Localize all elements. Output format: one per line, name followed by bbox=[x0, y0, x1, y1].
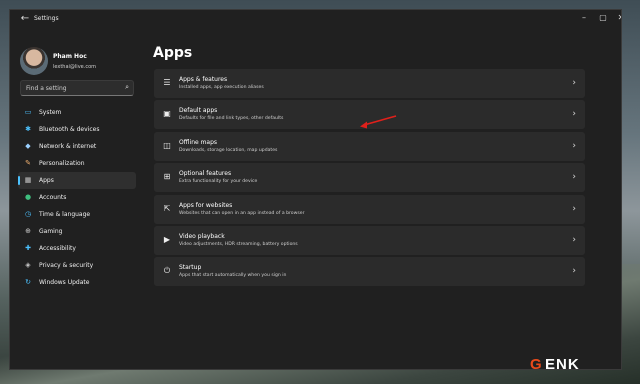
user-email: lexthai@live.com bbox=[53, 64, 97, 70]
close-button[interactable]: ✕ bbox=[613, 12, 621, 24]
sidebar-item-accounts[interactable]: ● Accounts bbox=[18, 189, 136, 206]
sidebar-item-system[interactable]: ▭ System bbox=[18, 104, 136, 121]
card-title: Startup bbox=[179, 264, 202, 272]
shield-icon: ◈ bbox=[25, 261, 31, 269]
card-title: Apps for websites bbox=[179, 201, 233, 209]
chevron-right-icon: › bbox=[572, 109, 576, 120]
open-link-icon: ⇱ bbox=[163, 203, 171, 213]
sidebar-nav: ▭ System ✱ Bluetooth & devices ◆ Network & in… bbox=[18, 104, 136, 291]
card-title: Optional features bbox=[179, 170, 232, 178]
sidebar-item-apps[interactable]: ▦ Apps bbox=[18, 172, 136, 189]
sidebar-item-label: Network & internet bbox=[39, 143, 97, 150]
system-icon: ▭ bbox=[24, 108, 32, 116]
card-title: Video playback bbox=[179, 232, 225, 240]
map-icon: ◫ bbox=[163, 140, 171, 150]
title-bar: ← Settings – ▢ ✕ bbox=[10, 10, 621, 28]
window-title: Settings bbox=[34, 15, 59, 22]
settings-card-apps-features[interactable]: ☰ Apps & features Installed apps, app exec… bbox=[154, 69, 585, 98]
card-subtitle: Video adjustments, HDR streaming, batter… bbox=[179, 241, 298, 247]
sidebar-item-label: Gaming bbox=[39, 228, 63, 235]
sidebar-item-label: Time & language bbox=[39, 211, 91, 218]
watermark-letter-g: G bbox=[530, 356, 542, 373]
search-input[interactable]: Find a setting ⌕ bbox=[20, 80, 134, 96]
accessibility-icon: ✚ bbox=[25, 244, 31, 252]
sidebar-item-personalization[interactable]: ✎ Personalization bbox=[18, 155, 136, 172]
person-icon: ● bbox=[24, 193, 32, 201]
main-content: Apps ☰ Apps & features Installed apps, app… bbox=[145, 28, 621, 369]
sidebar-item-label: System bbox=[39, 109, 62, 116]
bluetooth-icon: ✱ bbox=[25, 125, 31, 133]
card-title: Default apps bbox=[179, 107, 218, 115]
video-icon: ▶ bbox=[163, 234, 171, 244]
card-title: Apps & features bbox=[179, 76, 228, 83]
sidebar-item-accessibility[interactable]: ✚ Accessibility bbox=[18, 240, 136, 257]
card-title: Offline maps bbox=[179, 138, 218, 146]
chevron-right-icon: › bbox=[572, 78, 576, 88]
avatar[interactable] bbox=[20, 47, 48, 75]
brush-icon: ✎ bbox=[25, 159, 31, 167]
network-icon: ◆ bbox=[25, 142, 31, 150]
settings-card-list: ☰ Apps & features Installed apps, app exec… bbox=[154, 69, 585, 289]
controller-icon: ⊕ bbox=[25, 227, 31, 235]
sidebar-item-privacy-security[interactable]: ◈ Privacy & security bbox=[18, 257, 136, 274]
sidebar-item-bluetooth-devices[interactable]: ✱ Bluetooth & devices bbox=[18, 121, 136, 138]
apps-icon: ▦ bbox=[24, 176, 32, 184]
page-title: Apps bbox=[153, 45, 193, 61]
sidebar-item-label: Apps bbox=[39, 177, 54, 184]
sidebar-item-label: Windows Update bbox=[39, 279, 90, 286]
default-apps-icon: ▣ bbox=[163, 109, 171, 119]
search-icon[interactable]: ⌕ bbox=[125, 83, 129, 92]
sidebar: Pham Hoc lexthai@live.com Find a setting… bbox=[10, 28, 145, 369]
sidebar-item-network-internet[interactable]: ◆ Network & internet bbox=[18, 138, 136, 155]
settings-card-video-playback[interactable]: ▶ Video playback Video adjustments, HDR st… bbox=[154, 225, 585, 255]
chevron-right-icon: › bbox=[572, 140, 576, 151]
sidebar-item-label: Accounts bbox=[39, 194, 67, 201]
sidebar-item-label: Bluetooth & devices bbox=[39, 126, 100, 133]
settings-card-offline-maps[interactable]: ◫ Offline maps Downloads, storage location… bbox=[154, 131, 585, 161]
card-subtitle: Extra functionality for your device bbox=[179, 179, 258, 185]
settings-card-apps-for-websites[interactable]: ⇱ Apps for websites Websites that can open… bbox=[154, 194, 585, 224]
settings-card-optional-features[interactable]: ⊞ Optional features Extra functionality fo… bbox=[154, 163, 585, 193]
settings-window: ← Settings – ▢ ✕ Pham Hoc lexthai@live.c… bbox=[9, 9, 622, 370]
chevron-right-icon: › bbox=[572, 172, 576, 183]
startup-icon: ⏻ bbox=[163, 266, 171, 276]
sidebar-item-label: Privacy & security bbox=[39, 262, 94, 269]
maximize-button[interactable]: ▢ bbox=[595, 12, 611, 24]
chevron-right-icon: › bbox=[572, 203, 576, 214]
watermark-text: ENK bbox=[545, 356, 580, 373]
search-placeholder: Find a setting bbox=[26, 85, 67, 92]
sidebar-item-label: Personalization bbox=[39, 160, 85, 167]
card-subtitle: Websites that can open in an app instead… bbox=[179, 210, 305, 216]
update-icon: ↻ bbox=[25, 278, 31, 286]
card-subtitle: Installed apps, app execution aliases bbox=[179, 85, 264, 90]
sidebar-item-windows-update[interactable]: ↻ Windows Update bbox=[18, 274, 136, 291]
globe-clock-icon: ◷ bbox=[24, 210, 32, 218]
settings-card-startup[interactable]: ⏻ Startup Apps that start automatically wh… bbox=[154, 257, 585, 287]
sidebar-item-label: Accessibility bbox=[39, 245, 76, 252]
card-subtitle: Apps that start automatically when you s… bbox=[179, 273, 287, 279]
user-name: Pham Hoc bbox=[53, 53, 87, 60]
card-subtitle: Downloads, storage location, map updates bbox=[179, 147, 278, 153]
sidebar-item-time-language[interactable]: ◷ Time & language bbox=[18, 206, 136, 223]
chevron-right-icon: › bbox=[572, 266, 576, 277]
grid-plus-icon: ⊞ bbox=[163, 172, 171, 182]
card-subtitle: Defaults for file and link types, other … bbox=[179, 116, 284, 122]
sidebar-item-gaming[interactable]: ⊕ Gaming bbox=[18, 223, 136, 240]
list-icon: ☰ bbox=[163, 78, 171, 87]
minimize-button[interactable]: – bbox=[576, 12, 592, 24]
chevron-right-icon: › bbox=[572, 234, 576, 245]
red-arrow-annotation bbox=[360, 115, 397, 129]
back-arrow-icon[interactable]: ← bbox=[19, 13, 31, 25]
